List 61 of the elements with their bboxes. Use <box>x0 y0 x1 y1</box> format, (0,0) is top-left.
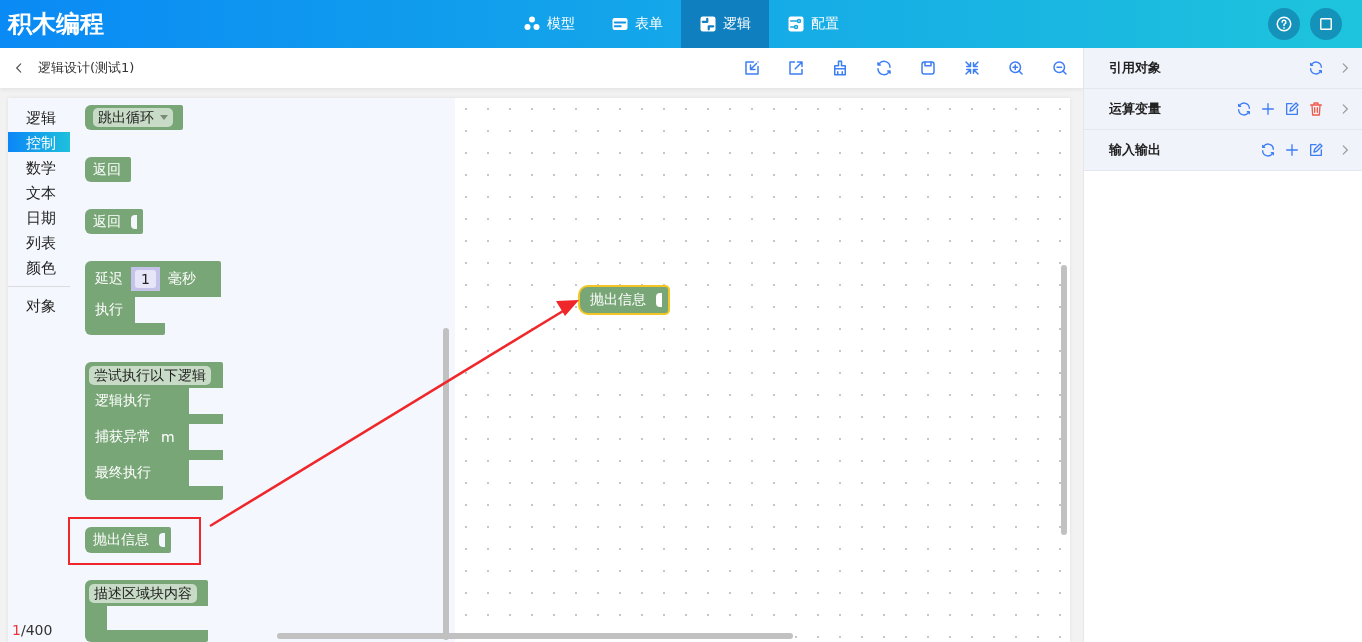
code-block[interactable]: 尝试执行以下逻辑 逻辑执行 捕获异常 m 最终执行 <box>85 362 223 500</box>
scrollbar[interactable] <box>1061 265 1067 535</box>
fullscreen-button[interactable] <box>1310 8 1342 40</box>
block-label: 抛出信息 <box>93 531 149 549</box>
help-button[interactable] <box>1268 8 1300 40</box>
edit-icon[interactable] <box>1284 101 1300 117</box>
block-label: 逻辑执行 <box>95 392 151 410</box>
trash-icon[interactable] <box>1308 101 1324 117</box>
variable-label: m <box>161 429 175 445</box>
block-label: 执行 <box>95 301 123 319</box>
category-item[interactable]: 对象 <box>8 293 70 318</box>
code-block[interactable]: 延迟 1 毫秒 执行 <box>85 261 221 335</box>
block-side-bar <box>85 606 107 630</box>
zoom-in-icon[interactable] <box>1007 59 1025 77</box>
help-icon <box>1275 15 1293 33</box>
dropdown-arrow-icon <box>160 115 168 120</box>
form-icon <box>611 15 629 33</box>
app-title: 积木编程 <box>8 9 104 40</box>
block-label: 最终执行 <box>95 464 151 482</box>
block-label: 返回 <box>93 160 121 179</box>
refresh-icon[interactable] <box>1308 60 1324 76</box>
block-title: 尝试执行以下逻辑 <box>89 365 211 385</box>
block-label: 延迟 <box>95 270 123 288</box>
settings-icon <box>787 15 805 33</box>
refresh-icon[interactable] <box>1260 142 1276 158</box>
refresh-icon[interactable] <box>875 59 893 77</box>
code-block[interactable]: 描述区域块内容 <box>85 580 208 642</box>
dropdown-field[interactable]: 跳出循环 <box>93 108 173 127</box>
block-label: 捕获异常 <box>95 428 151 446</box>
square-icon <box>1317 15 1335 33</box>
code-block[interactable]: 跳出循环 <box>85 105 183 130</box>
edit-icon[interactable] <box>1308 142 1324 158</box>
panel-title: 输入输出 <box>1109 141 1161 159</box>
category-item[interactable]: 颜色 <box>8 255 70 280</box>
brush-icon[interactable] <box>831 59 849 77</box>
save-icon[interactable] <box>919 59 937 77</box>
block-label: 抛出信息 <box>590 291 646 309</box>
category-item[interactable]: 数学 <box>8 155 70 180</box>
add-icon[interactable] <box>1260 101 1276 117</box>
category-item[interactable]: 逻辑 <box>8 105 70 130</box>
panel-title: 引用对象 <box>1109 59 1161 77</box>
block-title: 描述区域块内容 <box>89 583 197 603</box>
scrollbar[interactable] <box>277 633 793 639</box>
add-icon[interactable] <box>1284 142 1300 158</box>
import-icon[interactable] <box>743 59 761 77</box>
category-item[interactable]: 日期 <box>8 205 70 230</box>
page-title: 逻辑设计(测试1) <box>38 59 135 77</box>
export-icon[interactable] <box>787 59 805 77</box>
puzzle-icon <box>699 15 717 33</box>
panel-title: 运算变量 <box>1109 100 1161 118</box>
refresh-icon[interactable] <box>1236 101 1252 117</box>
collapse-icon[interactable] <box>963 59 981 77</box>
category-item[interactable]: 文本 <box>8 180 70 205</box>
cubes-icon <box>523 15 541 33</box>
nav-tab[interactable]: 逻辑 <box>681 0 769 48</box>
block-counter: 1/400 <box>12 622 53 638</box>
block-label: 毫秒 <box>167 270 196 288</box>
number-field[interactable]: 1 <box>135 270 156 288</box>
zoom-out-icon[interactable] <box>1051 59 1069 77</box>
block-label: 返回 <box>93 212 121 231</box>
category-item[interactable]: 列表 <box>8 230 70 255</box>
